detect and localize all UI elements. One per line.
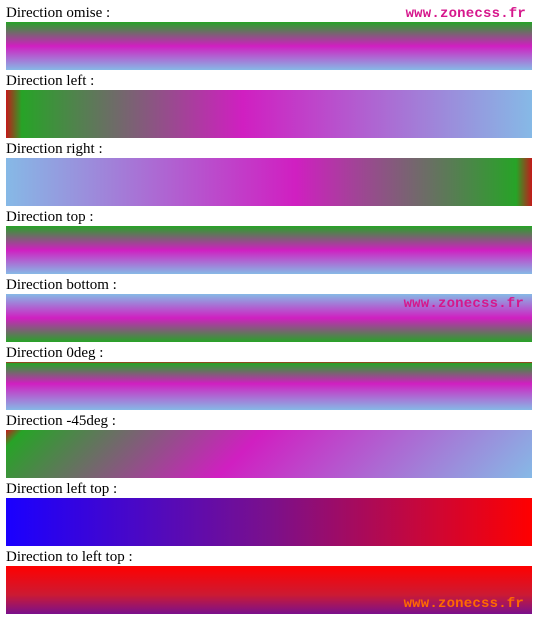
label-tolefttop: Direction to left top :	[6, 548, 133, 566]
example-right: Direction right :	[6, 140, 532, 206]
label-line: Direction to left top :	[6, 548, 532, 566]
label-line: Direction bottom :	[6, 276, 532, 294]
example-lefttop: Direction left top :	[6, 480, 532, 546]
label-right: Direction right :	[6, 140, 103, 158]
label-left: Direction left :	[6, 72, 94, 90]
label-line: Direction top :	[6, 208, 532, 226]
label-line: Direction -45deg :	[6, 412, 532, 430]
gradient-m45deg	[6, 430, 532, 478]
label-lefttop: Direction left top :	[6, 480, 117, 498]
watermark-top: www.zonecss.fr	[406, 5, 532, 23]
label-line: Direction left :	[6, 72, 532, 90]
label-line: Direction right :	[6, 140, 532, 158]
example-tolefttop: Direction to left top : www.zonecss.fr	[6, 548, 532, 614]
label-bottom: Direction bottom :	[6, 276, 117, 294]
gradient-left	[6, 90, 532, 138]
example-m45deg: Direction -45deg :	[6, 412, 532, 478]
gradient-right	[6, 158, 532, 206]
gradient-0deg	[6, 362, 532, 410]
label-0deg: Direction 0deg :	[6, 344, 103, 362]
gradient-bottom: www.zonecss.fr	[6, 294, 532, 342]
example-0deg: Direction 0deg :	[6, 344, 532, 410]
label-line: Direction 0deg :	[6, 344, 532, 362]
gradient-omise	[6, 22, 532, 70]
example-top: Direction top :	[6, 208, 532, 274]
example-left: Direction left :	[6, 72, 532, 138]
label-omise: Direction omise :	[6, 4, 110, 22]
label-top: Direction top :	[6, 208, 93, 226]
label-line: Direction omise : www.zonecss.fr	[6, 4, 532, 22]
example-omise: Direction omise : www.zonecss.fr	[6, 4, 532, 70]
gradient-top	[6, 226, 532, 274]
label-m45deg: Direction -45deg :	[6, 412, 116, 430]
gradient-lefttop	[6, 498, 532, 546]
gradient-tolefttop: www.zonecss.fr	[6, 566, 532, 614]
watermark-bottom: www.zonecss.fr	[404, 596, 524, 612]
label-line: Direction left top :	[6, 480, 532, 498]
example-bottom: Direction bottom : www.zonecss.fr	[6, 276, 532, 342]
watermark-middle: www.zonecss.fr	[404, 296, 524, 312]
